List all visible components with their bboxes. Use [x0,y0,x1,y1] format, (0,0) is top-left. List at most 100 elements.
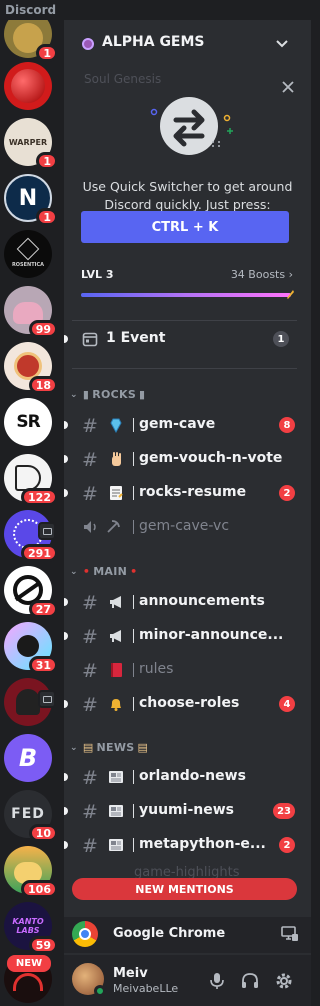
server-icon-2[interactable] [4,62,52,110]
server-icon-9[interactable]: 122 [4,454,58,506]
channel-gem-vouch-n-vote[interactable]: # gem-vouch-n-vote [64,443,301,475]
category-label: ROCKS [92,388,137,401]
scroll-emoji-icon: ▤ [82,741,94,754]
unread-indicator [64,632,68,640]
separator [133,663,134,677]
channel-rocks-resume[interactable]: # rocks-resume 2 [64,477,301,509]
stream-settings-icon[interactable] [281,926,299,942]
event-icon [38,690,56,708]
chevron-down-icon: ⌄ [70,742,78,753]
channel-gem-cave[interactable]: # gem-cave 8 [64,409,301,441]
channel-choose-roles[interactable]: # choose-roles 4 [64,688,301,720]
channel-name: announcements [139,593,265,609]
megaphone-emoji-icon [110,630,121,642]
app-title: Discord [5,3,57,17]
channel-rules[interactable]: # rules [72,654,301,686]
boost-progress[interactable]: LVL 3 34 Boosts › [64,265,311,305]
divider [72,368,297,369]
server-icon-3[interactable]: WARPER 1 [4,118,58,170]
server-icon-8[interactable]: SR [4,398,52,446]
server-icon-10[interactable]: 291 [4,510,58,562]
events-count: 1 [273,331,289,347]
speaker-icon [84,521,96,533]
unread-indicator [64,598,68,606]
close-icon[interactable] [281,80,295,94]
server-icon-1[interactable]: 1 [4,20,58,62]
rock-emoji-icon: ▮ [82,388,90,401]
server-mention-badge: 106 [21,880,58,898]
category-rocks[interactable]: ⌄ ▮ ROCKS ▮ [70,388,145,401]
channel-orlando-news[interactable]: # orlando-news [64,761,301,793]
server-icon-6[interactable]: 99 [4,286,58,338]
text-channel-icon: # [82,449,98,471]
channel-name: gem-cave [139,416,216,432]
channel-sidebar: ALPHA GEMS Soul Genesis Use Quick Switch… [64,20,311,1006]
separator [133,697,134,711]
channel-metapython-events[interactable]: # metapython-e... 2 [64,829,301,861]
pin-emoji-icon: • [82,565,91,578]
server-icon-12[interactable]: 31 [4,622,58,674]
guild-header[interactable]: ALPHA GEMS [64,20,311,68]
pickaxe-emoji-icon [107,520,120,533]
text-channel-icon: # [82,483,98,505]
server-mention-badge: 27 [28,600,58,618]
microphone-icon[interactable] [207,971,227,991]
server-icon-11[interactable]: 27 [4,566,58,618]
server-icon-4[interactable]: N 1 [4,174,58,226]
title-bar: Discord [0,0,311,20]
newspaper-emoji-icon [109,839,123,851]
server-icon-5[interactable]: ROSENTICA [4,230,52,278]
calendar-icon [82,332,98,347]
server-icon-14[interactable]: B [4,734,52,782]
separator [133,595,134,609]
server-icon-16[interactable]: 106 [4,846,58,898]
channel-yuumi-news[interactable]: # yuumi-news 23 [64,795,301,827]
boost-count: 34 Boosts › [230,268,293,281]
screen-share-icon [38,522,56,540]
server-icon-13[interactable] [4,678,56,726]
new-unreads-button[interactable]: NEW [7,955,51,972]
channel-announcements[interactable]: # announcements [64,586,301,618]
server-8-label: SR [4,398,52,446]
channel-name: gem-vouch-n-vote [139,450,283,466]
channel-gem-cave-vc[interactable]: gem-cave-vc [72,511,301,543]
server-icon-17[interactable]: KANTO LABS 59 [4,902,58,954]
switch-arrows-icon [150,97,233,155]
category-main[interactable]: ⌄ • MAIN • [70,565,138,578]
channel-minor-announcements[interactable]: # minor-announce... [64,620,301,652]
server-mention-badge: 10 [28,824,58,842]
unread-indicator [64,335,68,343]
chevron-down-icon: ⌄ [70,389,78,400]
events-row[interactable]: 1 Event 1 [64,323,301,355]
shared-app-name: Google Chrome [113,926,226,941]
book-emoji-icon [111,663,122,677]
separator [133,452,134,466]
quick-switcher-tip: Soul Genesis Use Quick Switcher to get a… [64,68,311,258]
new-mentions-button[interactable]: NEW MENTIONS [72,878,297,900]
text-channel-icon: # [82,801,98,823]
unread-indicator [64,489,68,497]
channel-name: minor-announce... [139,627,284,643]
server-mention-badge: 99 [28,320,58,338]
newspaper-emoji-icon [109,805,123,817]
headphones-icon[interactable] [240,971,260,991]
unread-indicator [64,807,68,815]
boost-gem-icon [287,290,294,299]
screen-share-panel[interactable]: Google Chrome [64,917,311,953]
quick-switcher-shortcut-button[interactable]: CTRL + K [81,211,289,243]
separator [133,838,134,852]
gear-icon[interactable] [274,971,294,991]
separator [133,770,134,784]
server-mention-badge: 122 [21,488,58,506]
user-tag: MeivabeLLe [113,982,179,995]
server-icon-15[interactable]: FED 10 [4,790,58,842]
divider [72,320,297,321]
text-channel-icon: # [82,660,98,682]
boost-progress-bar [81,290,294,299]
server-icon-7[interactable]: 18 [4,342,58,394]
channel-name: metapython-e... [139,836,266,852]
category-news[interactable]: ⌄ ▤ NEWS ▤ [70,741,148,754]
channel-name: orlando-news [139,768,246,784]
unread-indicator [64,773,68,781]
separator [133,486,134,500]
